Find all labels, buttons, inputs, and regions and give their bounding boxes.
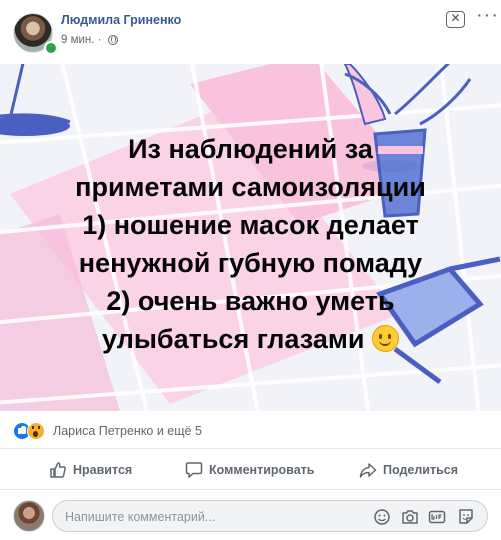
share-label: Поделиться [383,463,459,477]
gif-icon[interactable] [428,508,446,526]
hide-post-button[interactable]: ✕ [446,11,465,28]
share-arrow-icon [359,463,377,478]
meta-separator: · [97,34,102,46]
post-text: Из наблюдений за приметами самоизоляции … [28,130,473,358]
author-name[interactable]: Людмила Гриненко [61,13,181,27]
online-status-dot [44,41,58,55]
more-options-button[interactable]: ··· [476,5,498,30]
post-image[interactable]: Из наблюдений за приметами самоизоляции … [0,64,501,411]
sticker-icon[interactable] [457,508,475,526]
reaction-icons[interactable] [13,422,49,440]
comment-button[interactable]: Комментировать [185,450,325,488]
comment-input[interactable] [63,507,367,527]
camera-icon[interactable] [401,508,419,526]
comment-label: Комментировать [209,463,315,477]
post-text-line: ненужной губную помаду [78,248,423,278]
post-time[interactable]: 9 мин. [61,34,94,46]
thumbs-up-icon [50,462,66,478]
post-meta: 9 мин. · [61,34,118,46]
like-label: Нравится [73,463,133,477]
like-button[interactable]: Нравится [49,450,149,488]
comment-input-box[interactable] [52,500,488,532]
post-text-line: Из наблюдений за [128,134,373,164]
wow-icon [27,422,45,440]
reactions-summary[interactable]: Лариса Петренко и ещё 5 [53,424,202,438]
emoji-icon[interactable] [373,508,391,526]
globe-icon[interactable] [107,35,118,45]
smiling-face-icon [371,325,399,352]
share-button[interactable]: Поделиться [359,450,469,488]
post-header: Людмила Гриненко 9 мин. · ✕ ··· [0,0,501,62]
reactions-bar[interactable]: Лариса Петренко и ещё 5 [0,413,501,449]
comment-bubble-icon [185,462,203,478]
viewer-avatar[interactable] [13,500,45,532]
comment-composer [0,495,501,540]
post-text-line: приметами самоизоляции [75,172,426,202]
post-text-line: 1) ношение масок делает [82,210,419,240]
lamp-outline [0,64,71,124]
post-text-line: 2) очень важно уметь [106,286,395,316]
post-text-line-last: улыбаться глазами [28,320,473,358]
post-text-line: улыбаться глазами [102,324,365,354]
action-bar: Нравится Комментировать Поделиться [0,450,501,490]
